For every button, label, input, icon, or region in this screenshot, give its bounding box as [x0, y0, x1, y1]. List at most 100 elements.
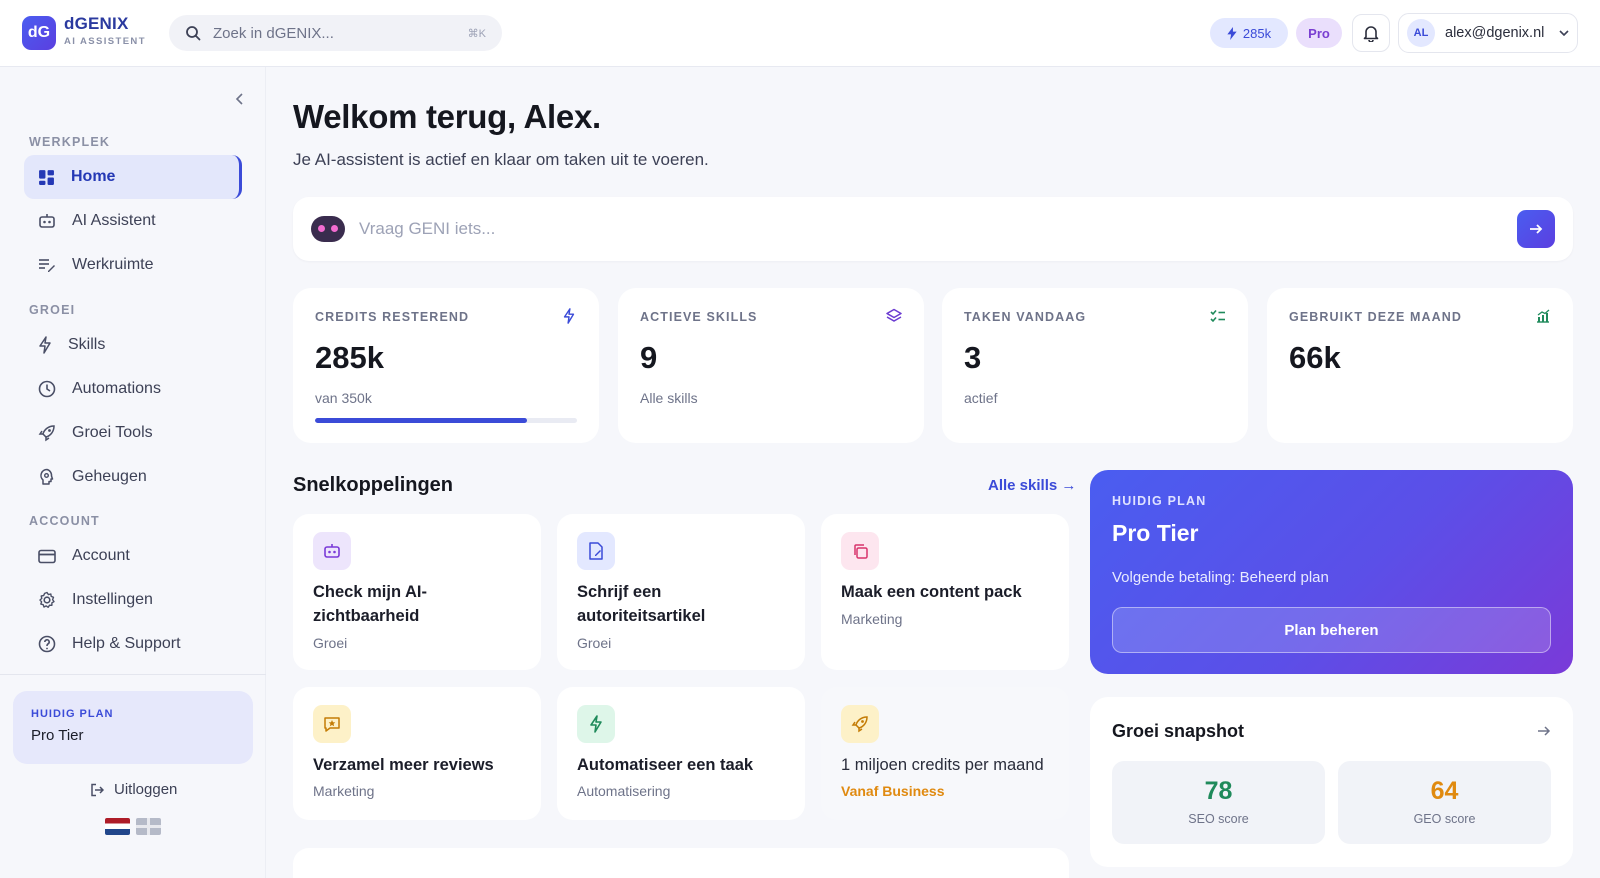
sidebar-item-help-support[interactable]: Help & Support — [24, 622, 242, 666]
sidebar-item-label: Home — [71, 168, 116, 185]
geo-score-label: GEO score — [1413, 812, 1476, 826]
robot-icon — [313, 532, 351, 570]
shortcut-card-content-pack[interactable]: Maak een content pack Marketing — [821, 514, 1069, 670]
shortcut-card-reviews[interactable]: Verzamel meer reviews Marketing — [293, 687, 541, 820]
ask-geni-input[interactable]: Vraag GENI iets... — [359, 219, 1517, 239]
stat-value: 9 — [640, 340, 658, 375]
document-edit-icon — [577, 532, 615, 570]
sidebar-item-label: Account — [72, 547, 130, 564]
stat-value: 3 — [964, 340, 982, 375]
flag-nl-icon[interactable] — [105, 818, 130, 835]
brand-subtitle: AI ASSISTENT — [64, 36, 146, 47]
credits-progress-bar — [315, 418, 577, 423]
sidebar-item-skills[interactable]: Skills — [24, 323, 242, 367]
brand-logo[interactable]: dG — [22, 16, 56, 50]
shortcut-category: Marketing — [313, 783, 375, 799]
bell-icon — [1363, 25, 1379, 42]
section-label-groei: GROEI — [29, 303, 76, 317]
bottom-card-partial — [293, 848, 1069, 878]
notifications-button[interactable] — [1352, 14, 1390, 52]
list-edit-icon — [39, 259, 55, 272]
sidebar-plan-card[interactable]: HUIDIG PLAN Pro Tier — [13, 691, 253, 764]
credits-badge[interactable]: 285k — [1210, 18, 1288, 48]
flag-uk-icon[interactable] — [136, 818, 161, 835]
all-skills-link[interactable]: Alle skills → — [988, 477, 1076, 494]
sidebar-item-groei-tools[interactable]: Groei Tools — [24, 411, 242, 455]
rocket-icon — [38, 425, 55, 442]
chevron-down-icon — [1559, 30, 1569, 36]
clock-icon — [38, 380, 56, 398]
sidebar-item-home[interactable]: Home — [24, 155, 242, 199]
geo-score-tile: 64 GEO score — [1338, 761, 1551, 844]
logout-button[interactable]: Uitloggen — [90, 781, 177, 798]
global-search[interactable]: Zoek in dGENIX... ⌘K — [169, 15, 502, 51]
chevron-left-icon[interactable] — [232, 91, 248, 107]
shortcut-card-automate-task[interactable]: Automatiseer een taak Automatisering — [557, 687, 805, 820]
logo-text: dG — [27, 24, 51, 41]
stat-card-skills[interactable]: ACTIEVE SKILLS 9 Alle skills — [618, 288, 924, 443]
sidebar-divider — [0, 674, 266, 675]
arrow-right-icon[interactable] — [1537, 725, 1551, 737]
stat-card-credits[interactable]: CREDITS RESTEREND 285k van 350k — [293, 288, 599, 443]
sidebar-item-label: Automations — [72, 380, 161, 397]
shortcut-title: 1 miljoen credits per maand — [841, 756, 1044, 774]
sidebar-item-account[interactable]: Account — [24, 534, 242, 578]
stat-caption: GEBRUIKT DEZE MAAND — [1289, 310, 1462, 324]
section-label-account: ACCOUNT — [29, 514, 100, 528]
shortcut-title: Schrijf een autoriteitsartikel — [577, 583, 706, 625]
user-menu[interactable]: AL alex@dgenix.nl — [1398, 13, 1578, 53]
plan-name: Pro Tier — [31, 727, 84, 744]
shortcut-title: Verzamel meer reviews — [313, 756, 494, 774]
sidebar-item-automations[interactable]: Automations — [24, 367, 242, 411]
seo-score-label: SEO score — [1188, 812, 1249, 826]
search-icon — [186, 26, 201, 41]
help-icon — [38, 635, 56, 653]
bolt-icon — [39, 336, 51, 354]
shortcut-card-upgrade-credits[interactable]: 1 miljoen credits per maand Vanaf Busine… — [821, 687, 1069, 820]
sidebar-item-werkruimte[interactable]: Werkruimte — [24, 243, 242, 287]
copy-icon — [841, 532, 879, 570]
current-plan-card: HUIDIG PLAN Pro Tier Volgende betaling: … — [1090, 470, 1573, 674]
ask-geni-bar[interactable]: Vraag GENI iets... — [293, 197, 1573, 261]
top-header: dG dGENIX AI ASSISTENT Zoek in dGENIX...… — [0, 0, 1600, 67]
shortcut-title: Check mijn AI-zichtbaarheid — [313, 583, 427, 625]
sidebar-item-ai-assistent[interactable]: AI Assistent — [24, 199, 242, 243]
sidebar-item-label: Help & Support — [72, 635, 181, 652]
stat-card-tasks[interactable]: TAKEN VANDAAG 3 actief — [942, 288, 1248, 443]
logout-icon — [91, 783, 104, 796]
search-shortcut: ⌘K — [467, 27, 486, 40]
plan-card-next-payment: Volgende betaling: Beheerd plan — [1112, 569, 1329, 586]
layers-icon — [886, 308, 902, 322]
manage-plan-button[interactable]: Plan beheren — [1112, 607, 1551, 653]
sidebar-item-instellingen[interactable]: Instellingen — [24, 578, 242, 622]
shortcut-category: Marketing — [841, 611, 903, 627]
stat-card-usage[interactable]: GEBRUIKT DEZE MAAND 66k — [1267, 288, 1573, 443]
page-title: Welkom terug, Alex. — [293, 98, 601, 135]
plan-badge[interactable]: Pro — [1296, 18, 1342, 48]
sidebar: WERKPLEK Home AI Assistent Werkruimte GR… — [0, 67, 266, 878]
sidebar-item-label: Instellingen — [72, 591, 153, 608]
stat-caption: CREDITS RESTEREND — [315, 310, 470, 324]
rocket-icon — [841, 705, 879, 743]
stat-caption: TAKEN VANDAAG — [964, 310, 1087, 324]
arrow-right-icon — [1530, 224, 1543, 234]
shortcut-card-ai-visibility[interactable]: Check mijn AI-zichtbaarheid Groei — [293, 514, 541, 670]
stat-value: 285k — [315, 340, 384, 375]
shortcuts-title: Snelkoppelingen — [293, 474, 454, 496]
avatar: AL — [1407, 19, 1435, 47]
robot-icon — [39, 213, 55, 228]
gear-icon — [39, 591, 55, 608]
send-button[interactable] — [1517, 210, 1555, 248]
growth-snapshot-card[interactable]: Groei snapshot 78 SEO score 64 GEO score — [1090, 697, 1573, 867]
card-icon — [38, 549, 56, 563]
seo-score-tile: 78 SEO score — [1112, 761, 1325, 844]
seo-score-value: 78 — [1204, 777, 1233, 805]
shortcut-card-authority-article[interactable]: Schrijf een autoriteitsartikel Groei — [557, 514, 805, 670]
credits-badge-value: 285k — [1242, 25, 1272, 41]
sidebar-item-geheugen[interactable]: Geheugen — [24, 455, 242, 499]
bolt-icon — [577, 705, 615, 743]
star-message-icon — [313, 705, 351, 743]
sidebar-item-label: AI Assistent — [72, 212, 156, 229]
plan-card-tier: Pro Tier — [1112, 520, 1199, 546]
language-switcher — [105, 818, 161, 835]
